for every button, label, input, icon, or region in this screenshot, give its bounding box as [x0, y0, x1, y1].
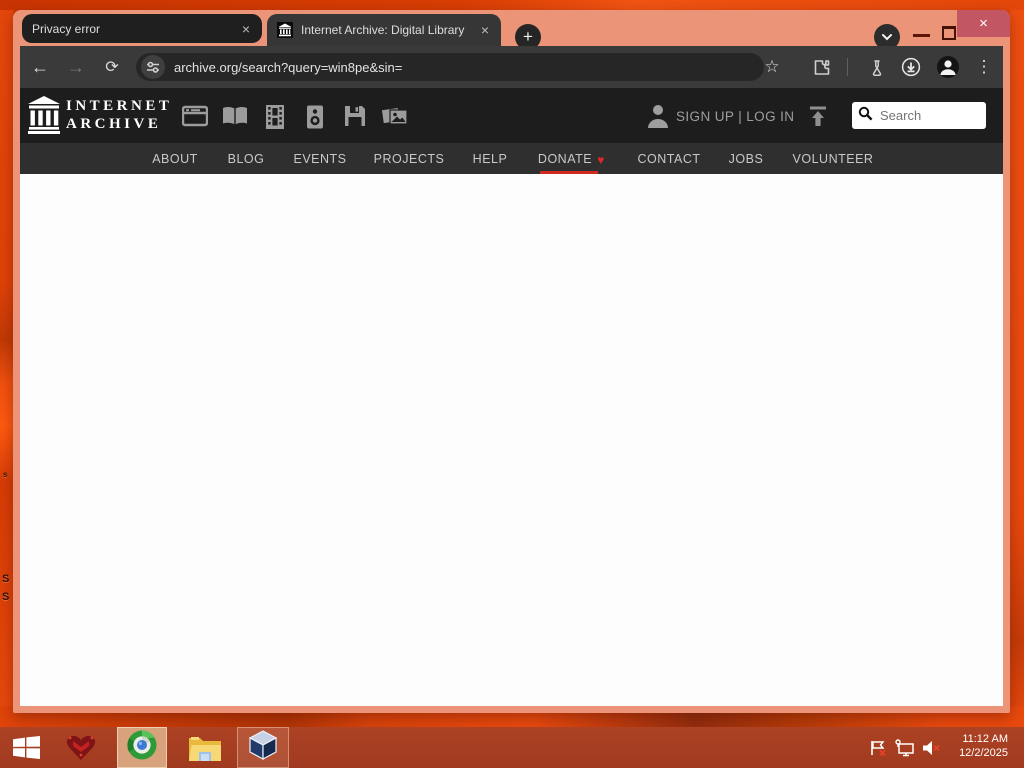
- forward-button[interactable]: →: [67, 46, 85, 88]
- start-button[interactable]: [8, 727, 44, 768]
- user-person-icon[interactable]: [646, 103, 670, 134]
- tab-privacy-error[interactable]: Privacy error ×: [22, 14, 262, 43]
- experiments-beaker-icon[interactable]: [869, 46, 885, 88]
- nav-volunteer[interactable]: VOLUNTEER: [793, 152, 874, 166]
- taskbar-browser-button[interactable]: [117, 727, 167, 768]
- nav-blog[interactable]: BLOG: [228, 152, 265, 166]
- virtualbox-cube-icon: [247, 729, 279, 766]
- nav-help[interactable]: HELP: [473, 152, 508, 166]
- bookmark-star-icon[interactable]: ☆: [764, 46, 779, 88]
- media-audio-icon[interactable]: [307, 105, 324, 134]
- signup-login-links[interactable]: SIGN UP | LOG IN: [676, 109, 794, 124]
- profile-avatar-icon[interactable]: [936, 46, 960, 88]
- tab-close-icon[interactable]: ×: [479, 23, 491, 37]
- browser-window: Privacy error × Internet Archive: Digita…: [13, 10, 1010, 713]
- browser-menu-icon[interactable]: ⋮: [976, 46, 993, 88]
- upload-icon[interactable]: [807, 105, 829, 132]
- window-maximize-button[interactable]: [942, 26, 956, 40]
- back-button[interactable]: ←: [31, 46, 49, 88]
- wordmark-line2: ARCHIVE: [66, 116, 162, 132]
- media-video-icon[interactable]: [265, 105, 285, 134]
- chevron-down-icon: [881, 28, 893, 46]
- extensions-puzzle-icon[interactable]: [814, 46, 831, 88]
- page-blank-content: [20, 174, 1003, 706]
- desktop: s S S Privacy error × Internet Archive: …: [0, 0, 1024, 768]
- desktop-icon-label-fragment: S: [2, 591, 10, 603]
- browser-toolbar: ← → ⟳ archive.org/search?query=win8pe&si…: [20, 46, 1003, 88]
- address-bar[interactable]: archive.org/search?query=win8pe&sin=: [136, 53, 764, 81]
- clock-time: 11:12 AM: [962, 733, 1008, 745]
- tab-title: Internet Archive: Digital Library: [301, 23, 465, 37]
- taskbar-red-app-icon[interactable]: [62, 727, 100, 768]
- media-web-icon[interactable]: [181, 105, 209, 132]
- archive-search-input[interactable]: [878, 107, 980, 124]
- taskbar-virtualbox-button[interactable]: [237, 727, 289, 768]
- desktop-top-strip: [0, 0, 1024, 10]
- site-settings-icon[interactable]: [141, 55, 165, 79]
- nav-events[interactable]: EVENTS: [293, 152, 346, 166]
- archive-search-box[interactable]: [852, 102, 986, 129]
- nav-contact[interactable]: CONTACT: [638, 152, 701, 166]
- archive-nav: ABOUT BLOG EVENTS PROJECTS HELP DONATE ♥…: [20, 143, 1003, 174]
- clock-date: 12/2/2025: [959, 747, 1008, 759]
- desktop-icon-label-fragment: s: [3, 470, 8, 479]
- tray-volume-muted-icon[interactable]: [918, 727, 944, 768]
- taskbar-file-explorer-icon[interactable]: [184, 727, 226, 768]
- toolbar-divider: [847, 58, 848, 76]
- window-close-button[interactable]: ×: [957, 10, 1010, 37]
- green-browser-icon: [126, 729, 158, 766]
- taskbar: 11:12 AM 12/2/2025: [0, 727, 1024, 768]
- desktop-right-strip: [1010, 10, 1024, 727]
- wordmark-line1: INTERNET: [66, 98, 173, 114]
- reload-button[interactable]: ⟳: [105, 46, 118, 88]
- downloads-icon[interactable]: [901, 46, 921, 88]
- tab-title: Privacy error: [32, 21, 101, 36]
- nav-jobs[interactable]: JOBS: [729, 152, 764, 166]
- archive-header: INTERNET ARCHIVE SIGN UP | LOG IN Search: [20, 88, 1003, 143]
- archive-wordmark[interactable]: INTERNET ARCHIVE: [66, 97, 172, 133]
- nav-donate[interactable]: DONATE: [538, 152, 592, 166]
- url-text[interactable]: archive.org/search?query=win8pe&sin=: [174, 60, 402, 75]
- window-minimize-button[interactable]: [913, 34, 930, 37]
- search-icon: [858, 106, 873, 126]
- archive-favicon-icon: [277, 22, 293, 38]
- desktop-left-strip: [0, 10, 13, 727]
- desktop-icon-label-fragment: S: [2, 573, 10, 585]
- media-images-icon[interactable]: [381, 105, 409, 134]
- tray-action-center-icon[interactable]: [866, 727, 890, 768]
- donate-heart-icon: ♥: [597, 153, 605, 167]
- browser-content-area: ← → ⟳ archive.org/search?query=win8pe&si…: [20, 46, 1003, 706]
- media-software-icon[interactable]: [344, 105, 366, 132]
- nav-about[interactable]: ABOUT: [152, 152, 198, 166]
- tray-network-icon[interactable]: [893, 727, 917, 768]
- nav-projects[interactable]: PROJECTS: [374, 152, 445, 166]
- tab-close-icon[interactable]: ×: [240, 22, 252, 36]
- media-texts-icon[interactable]: [221, 105, 249, 132]
- archive-logo-icon[interactable]: [28, 96, 60, 139]
- taskbar-clock[interactable]: 11:12 AM 12/2/2025: [959, 732, 1008, 760]
- tab-internet-archive[interactable]: Internet Archive: Digital Library ×: [267, 14, 501, 46]
